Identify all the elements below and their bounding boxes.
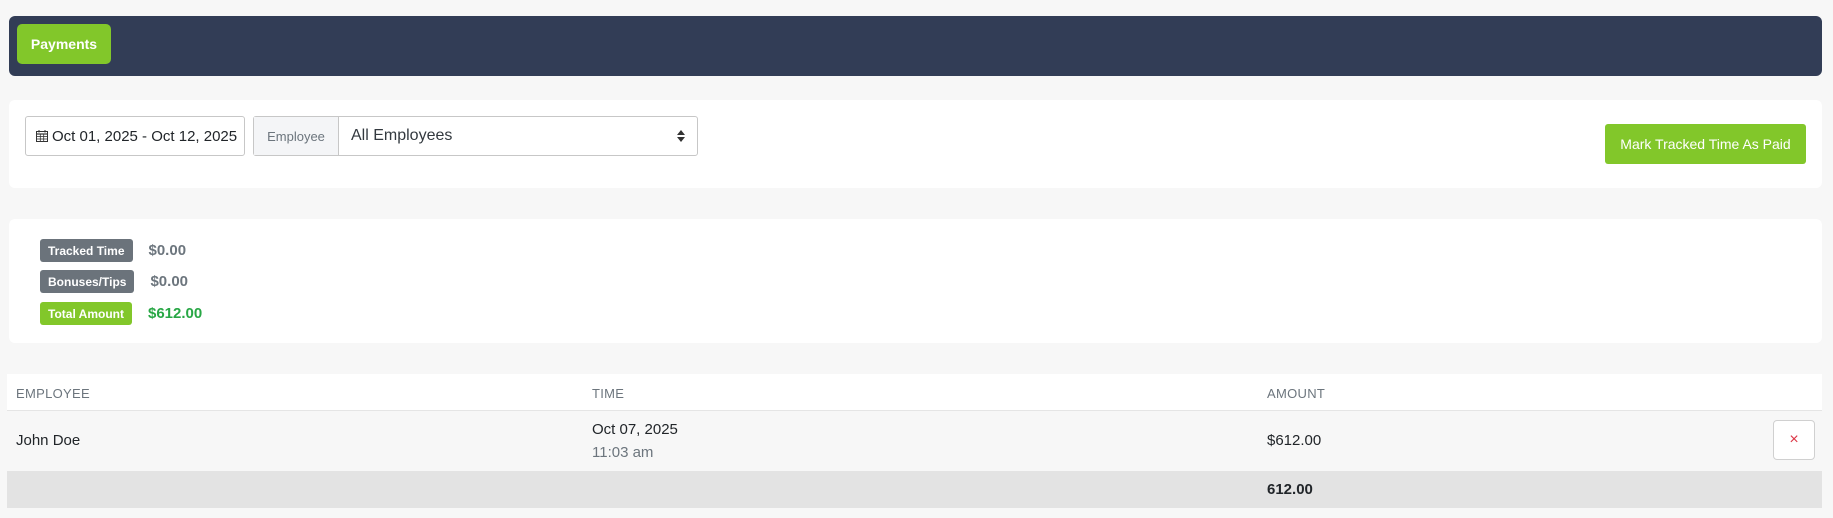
col-header-amount: AMOUNT	[1267, 386, 1326, 401]
employee-filter: Employee All Employees	[253, 116, 698, 156]
filters-card: Oct 01, 2025 - Oct 12, 2025 Employee All…	[9, 100, 1822, 188]
row-time: 11:03 am	[592, 444, 654, 461]
total-amount-value: $612.00	[147, 305, 203, 322]
payments-table: EMPLOYEE TIME AMOUNT John Doe Oct 07, 20…	[7, 374, 1822, 508]
row-date: Oct 07, 2025	[592, 421, 678, 438]
table-footer-total: 612.00	[7, 471, 1822, 508]
summary-tracked-time: Tracked Time $0.00	[40, 239, 186, 262]
select-caret-icon	[677, 130, 685, 142]
total-amount-badge: Total Amount	[40, 302, 132, 325]
employee-filter-label: Employee	[254, 117, 339, 155]
date-range-picker[interactable]: Oct 01, 2025 - Oct 12, 2025	[25, 116, 245, 156]
close-icon: ×	[1789, 431, 1799, 448]
bonuses-value: $0.00	[150, 273, 189, 290]
summary-total: Total Amount $612.00	[40, 302, 202, 325]
mark-tracked-time-paid-button[interactable]: Mark Tracked Time As Paid	[1605, 124, 1806, 164]
bonuses-badge: Bonuses/Tips	[40, 270, 135, 293]
tracked-time-value: $0.00	[148, 242, 187, 259]
top-nav-bar: Payments	[9, 16, 1822, 76]
calendar-icon	[36, 130, 48, 142]
table-row: John Doe Oct 07, 2025 11:03 am $612.00 ×	[7, 411, 1822, 471]
employee-select[interactable]: All Employees	[339, 117, 697, 155]
tab-payments[interactable]: Payments	[17, 24, 111, 64]
summary-bonuses: Bonuses/Tips $0.00	[40, 270, 188, 293]
delete-row-button[interactable]: ×	[1773, 420, 1815, 460]
date-range-text: Oct 01, 2025 - Oct 12, 2025	[52, 127, 238, 145]
tracked-time-badge: Tracked Time	[40, 239, 133, 262]
row-amount: $612.00	[1267, 432, 1322, 449]
footer-total-amount: 612.00	[1267, 481, 1313, 498]
row-employee: John Doe	[16, 432, 81, 449]
col-header-employee: EMPLOYEE	[16, 386, 90, 401]
summary-card: Tracked Time $0.00 Bonuses/Tips $0.00 To…	[9, 219, 1822, 343]
table-header: EMPLOYEE TIME AMOUNT	[7, 374, 1822, 411]
employee-select-value: All Employees	[351, 127, 453, 144]
col-header-time: TIME	[592, 386, 625, 401]
